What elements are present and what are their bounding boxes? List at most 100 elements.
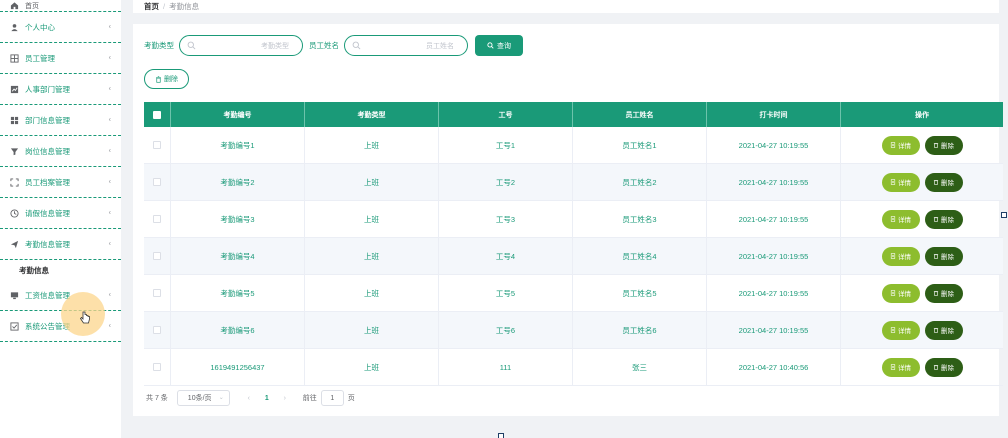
header-employee-name: 员工姓名	[573, 102, 707, 127]
search-button[interactable]: 查询	[475, 35, 523, 56]
breadcrumb: 首页 / 考勤信息	[133, 0, 999, 13]
detail-button[interactable]: 详情	[881, 209, 920, 229]
detail-button[interactable]: 详情	[881, 283, 920, 303]
delete-button[interactable]: 删除	[924, 246, 963, 266]
header-select-all[interactable]	[144, 102, 171, 127]
detail-button[interactable]: 详情	[881, 320, 920, 340]
page-number-current[interactable]: 1	[256, 395, 278, 402]
delete-button[interactable]: 删除	[924, 209, 963, 229]
breadcrumb-separator: /	[163, 2, 166, 11]
document-icon	[890, 253, 898, 259]
attendance-type-label: 考勤类型	[144, 41, 174, 50]
row-checkbox[interactable]	[153, 215, 161, 223]
employee-name-cell: 员工姓名2	[573, 164, 707, 200]
row-checkbox[interactable]	[153, 363, 161, 371]
employee-name-cell: 员工姓名3	[573, 201, 707, 237]
delete-button[interactable]: 删除	[924, 320, 963, 340]
row-select-cell	[144, 238, 171, 274]
attendance-id-cell: 考勤编号4	[171, 238, 305, 274]
employee-name-cell: 员工姓名5	[573, 275, 707, 311]
attendance-id-cell: 考勤编号2	[171, 164, 305, 200]
actions-cell: 详情 删除	[841, 238, 1003, 274]
clock-icon	[9, 208, 19, 218]
row-checkbox[interactable]	[153, 252, 161, 260]
sidebar-item-main-3[interactable]: 部门信息管理 ‹	[0, 105, 121, 136]
page-size-select[interactable]: 10条/页 ⌄	[176, 390, 230, 406]
trash-icon	[933, 179, 941, 185]
delete-button-label: 删除	[941, 180, 954, 187]
sidebar-item-label: 工资信息管理	[25, 290, 70, 300]
goto-page-input[interactable]: 1	[320, 390, 344, 406]
attendance-type-cell: 上班	[305, 127, 439, 163]
sidebar-item-main-2[interactable]: 人事部门管理 ‹	[0, 74, 121, 105]
employee-name-input[interactable]: 员工姓名	[344, 35, 468, 56]
table-row: 考勤编号2 上班 工号2 员工姓名2 2021-04-27 10:19:55 详情 删除	[144, 164, 1003, 201]
search-icon	[187, 41, 196, 50]
row-select-cell	[144, 349, 171, 385]
search-icon	[352, 41, 361, 50]
table-row: 考勤编号6 上班 工号6 员工姓名6 2021-04-27 10:19:55 详情 删除	[144, 312, 1003, 349]
employee-name-placeholder: 员工姓名	[426, 43, 454, 50]
actions-cell: 详情 删除	[841, 201, 1003, 237]
sidebar-item-main-6[interactable]: 请假信息管理 ‹	[0, 198, 121, 229]
pagination-total: 共 7 条	[146, 395, 168, 402]
sidebar-item-label: 岗位信息管理	[25, 146, 70, 156]
detail-button[interactable]: 详情	[881, 135, 920, 155]
attendance-type-input[interactable]: 考勤类型	[179, 35, 303, 56]
next-page-button[interactable]: ›	[278, 395, 292, 402]
sidebar-item-home[interactable]: 首页	[0, 0, 121, 12]
attendance-id-cell: 考勤编号1	[171, 127, 305, 163]
resize-handle-right[interactable]	[1001, 212, 1007, 218]
employee-no-cell: 111	[439, 349, 573, 385]
sidebar-item-main-5[interactable]: 员工档案管理 ‹	[0, 167, 121, 198]
row-select-cell	[144, 127, 171, 163]
select-all-checkbox[interactable]	[153, 110, 161, 119]
detail-button[interactable]: 详情	[881, 246, 920, 266]
sidebar-item-main-4[interactable]: 岗位信息管理 ‹	[0, 136, 121, 167]
detail-button-label: 详情	[898, 143, 911, 150]
table-row: 考勤编号3 上班 工号3 员工姓名3 2021-04-27 10:19:55 详情 删除	[144, 201, 1003, 238]
detail-button-label: 详情	[898, 217, 911, 224]
chevron-icon: ‹	[108, 23, 111, 31]
row-checkbox[interactable]	[153, 178, 161, 186]
delete-button-label: 删除	[941, 365, 954, 372]
trash-icon	[933, 364, 941, 370]
detail-button[interactable]: 详情	[881, 357, 920, 377]
delete-button[interactable]: 删除	[924, 357, 963, 377]
resize-handle-bottom[interactable]	[498, 433, 504, 438]
user-icon	[9, 22, 19, 32]
row-checkbox[interactable]	[153, 141, 161, 149]
sidebar-subitem-attendance[interactable]: 考勤信息	[0, 260, 121, 280]
check-square-icon	[9, 321, 19, 331]
batch-delete-button[interactable]: 删除	[144, 69, 189, 89]
delete-button[interactable]: 删除	[924, 172, 963, 192]
clock-time-cell: 2021-04-27 10:19:55	[707, 275, 841, 311]
fullscreen-icon	[9, 177, 19, 187]
attendance-type-cell: 上班	[305, 238, 439, 274]
delete-button[interactable]: 删除	[924, 135, 963, 155]
trash-icon	[933, 216, 941, 222]
row-checkbox[interactable]	[153, 326, 161, 334]
delete-button[interactable]: 删除	[924, 283, 963, 303]
sidebar: 首页 个人中心 ‹ 员工管理 ‹ 人事部门管理 ‹ 部门信息管理 ‹ 岗位信息管理 ‹ 员工档案管理…	[0, 0, 121, 438]
clock-time-cell: 2021-04-27 10:19:55	[707, 164, 841, 200]
prev-page-button[interactable]: ‹	[242, 395, 256, 402]
sidebar-item-main-1[interactable]: 员工管理 ‹	[0, 43, 121, 74]
trash-icon	[933, 290, 941, 296]
document-icon	[890, 327, 898, 333]
document-icon	[890, 364, 898, 370]
send-icon	[9, 239, 19, 249]
employee-no-cell: 工号5	[439, 275, 573, 311]
actions-cell: 详情 删除	[841, 164, 1003, 200]
chevron-icon: ‹	[108, 54, 111, 62]
page-size-value: 10条/页	[187, 395, 212, 402]
chevron-icon: ‹	[108, 240, 111, 248]
sidebar-item-main-7[interactable]: 考勤信息管理 ‹	[0, 229, 121, 260]
breadcrumb-home[interactable]: 首页	[144, 1, 159, 12]
goto-label: 前往	[302, 395, 317, 402]
table-icon	[9, 115, 19, 125]
main-area: 首页 / 考勤信息 考勤类型 考勤类型 员工姓名 员工姓名 查询 删除 考勤编号…	[133, 0, 1008, 438]
row-checkbox[interactable]	[153, 289, 161, 297]
sidebar-item-main-0[interactable]: 个人中心 ‹	[0, 12, 121, 43]
detail-button[interactable]: 详情	[881, 172, 920, 192]
